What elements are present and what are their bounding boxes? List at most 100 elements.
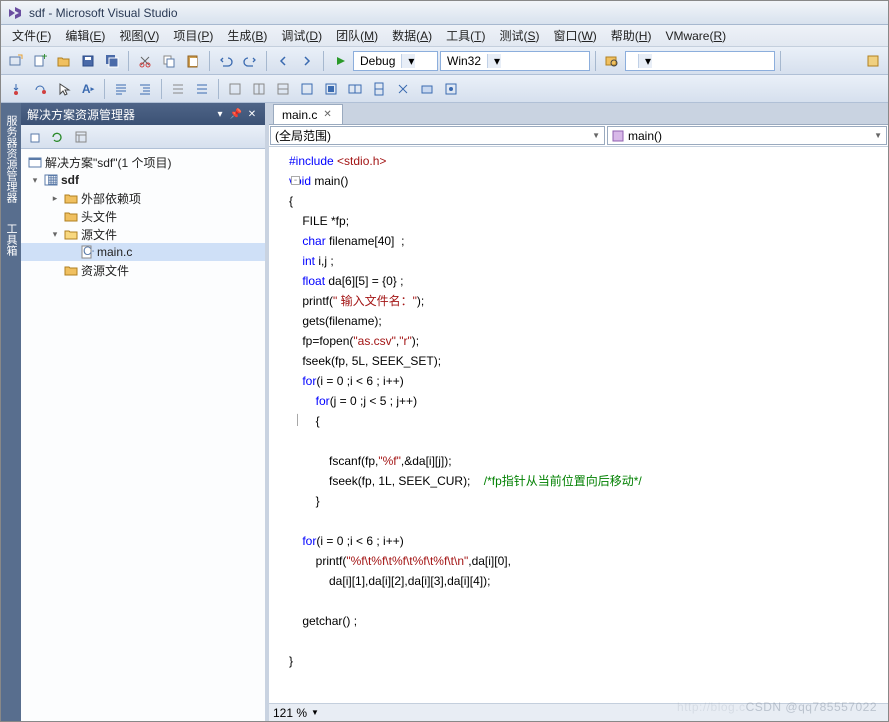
folder-icon — [63, 208, 79, 224]
tree-headers[interactable]: 头文件 — [21, 207, 265, 225]
indent-inc-button[interactable] — [134, 78, 156, 100]
window-button-4[interactable] — [296, 78, 318, 100]
menu-窗口[interactable]: 窗口(W) — [546, 25, 603, 46]
expand-icon[interactable]: ▾ — [29, 175, 41, 186]
extra-button[interactable] — [862, 50, 884, 72]
menu-测试[interactable]: 测试(S) — [492, 25, 546, 46]
tree-sources[interactable]: ▾ 源文件 — [21, 225, 265, 243]
window-title: sdf - Microsoft Visual Studio — [29, 6, 178, 20]
window-button-8[interactable] — [392, 78, 414, 100]
editor-tab-row: main.c ✕ — [269, 103, 888, 125]
tree-file-main-c[interactable]: C+ main.c — [21, 243, 265, 261]
panel-title: 解决方案资源管理器 — [27, 106, 135, 123]
menu-生成[interactable]: 生成(B) — [220, 25, 274, 46]
step-into-button[interactable] — [5, 78, 27, 100]
panel-pin-icon[interactable]: 📌 — [229, 109, 243, 120]
cut-button[interactable] — [134, 50, 156, 72]
menu-视图[interactable]: 视图(V) — [112, 25, 166, 46]
window-button-9[interactable] — [416, 78, 438, 100]
tab-close-icon[interactable]: ✕ — [323, 109, 331, 120]
tree-ext-deps[interactable]: ▸ 外部依赖项 — [21, 189, 265, 207]
uncomment-button[interactable] — [191, 78, 213, 100]
folder-icon — [63, 262, 79, 278]
menu-帮助[interactable]: 帮助(H) — [604, 25, 659, 46]
toolbar-debug: A▸ — [1, 75, 888, 103]
step-over-button[interactable] — [29, 78, 51, 100]
toolbar-main: + Debug▾ Win32▾ ▾ — [1, 47, 888, 75]
window-button-7[interactable] — [368, 78, 390, 100]
zoom-level[interactable]: 121 % — [273, 706, 307, 720]
cursor-icon[interactable] — [53, 78, 75, 100]
open-button[interactable] — [53, 50, 75, 72]
text-icon[interactable]: A▸ — [77, 78, 99, 100]
platform-dropdown[interactable]: Win32▾ — [440, 51, 590, 71]
panel-header: 解决方案资源管理器 ▾ 📌 ✕ — [21, 103, 265, 125]
menu-VMware[interactable]: VMware(R) — [658, 27, 733, 45]
comment-button[interactable] — [167, 78, 189, 100]
title-bar: sdf - Microsoft Visual Studio — [1, 1, 888, 25]
vs-logo-icon — [7, 5, 23, 21]
svg-text:C+: C+ — [83, 245, 94, 258]
redo-button[interactable] — [239, 50, 261, 72]
save-button[interactable] — [77, 50, 99, 72]
menu-调试[interactable]: 调试(D) — [274, 25, 329, 46]
panel-properties-button[interactable] — [71, 127, 91, 147]
menu-bar: 文件(F)编辑(E)视图(V)项目(P)生成(B)调试(D)团队(M)数据(A)… — [1, 25, 888, 47]
nav-fwd-button[interactable] — [296, 50, 318, 72]
new-project-button[interactable] — [5, 50, 27, 72]
start-debug-button[interactable] — [329, 50, 351, 72]
window-button-1[interactable] — [224, 78, 246, 100]
collapse-icon[interactable]: ▾ — [49, 229, 61, 240]
project-icon: ▦ — [43, 172, 59, 188]
panel-toolbar — [21, 125, 265, 149]
find-dropdown[interactable]: ▾ — [625, 51, 775, 71]
menu-工具[interactable]: 工具(T) — [439, 25, 492, 46]
folder-open-icon — [63, 226, 79, 242]
cpp-file-icon: C+ — [79, 244, 95, 260]
menu-团队[interactable]: 团队(M) — [329, 25, 385, 46]
side-tab-server-explorer[interactable]: 服务器资源管理器 — [1, 107, 21, 211]
panel-dropdown-icon[interactable]: ▾ — [213, 109, 227, 120]
solution-tree: 解决方案"sdf"(1 个项目) ▾ ▦ sdf ▸ 外部依赖项 头文件 ▾ 源… — [21, 149, 265, 721]
nav-bar: (全局范围)▼ main()▼ — [269, 125, 888, 147]
save-all-button[interactable] — [101, 50, 123, 72]
add-item-button[interactable]: + — [29, 50, 51, 72]
window-button-2[interactable] — [248, 78, 270, 100]
menu-编辑[interactable]: 编辑(E) — [58, 25, 112, 46]
folder-icon — [63, 190, 79, 206]
symbol-dropdown[interactable]: main()▼ — [607, 126, 887, 145]
status-bar: 121 % ▼ — [269, 703, 888, 721]
tree-project[interactable]: ▾ ▦ sdf — [21, 171, 265, 189]
config-dropdown[interactable]: Debug▾ — [353, 51, 438, 71]
find-in-files-button[interactable] — [601, 50, 623, 72]
window-button-10[interactable] — [440, 78, 462, 100]
panel-close-icon[interactable]: ✕ — [245, 109, 259, 120]
tree-solution[interactable]: 解决方案"sdf"(1 个项目) — [21, 153, 265, 171]
zoom-dropdown-icon[interactable]: ▼ — [311, 708, 319, 717]
expand-icon[interactable]: ▸ — [49, 193, 61, 204]
function-icon — [612, 130, 624, 142]
indent-dec-button[interactable] — [110, 78, 132, 100]
menu-项目[interactable]: 项目(P) — [166, 25, 220, 46]
side-tab-toolbox[interactable]: 工具箱 — [1, 215, 21, 264]
code-editor[interactable]: #include <stdio.h>-void main(){ FILE *fp… — [269, 147, 888, 703]
scope-dropdown[interactable]: (全局范围)▼ — [270, 126, 605, 145]
panel-refresh-button[interactable] — [47, 127, 67, 147]
file-tab-main-c[interactable]: main.c ✕ — [273, 104, 343, 124]
copy-button[interactable] — [158, 50, 180, 72]
editor-pane: main.c ✕ (全局范围)▼ main()▼ #include <stdio… — [269, 103, 888, 721]
solution-icon — [27, 154, 43, 170]
side-tab-strip: 服务器资源管理器 工具箱 — [1, 103, 21, 721]
undo-button[interactable] — [215, 50, 237, 72]
paste-button[interactable] — [182, 50, 204, 72]
solution-explorer-panel: 解决方案资源管理器 ▾ 📌 ✕ 解决方案"sdf"(1 个项目) ▾ ▦ sdf… — [21, 103, 269, 721]
window-button-3[interactable] — [272, 78, 294, 100]
nav-back-button[interactable] — [272, 50, 294, 72]
menu-文件[interactable]: 文件(F) — [5, 25, 58, 46]
menu-数据[interactable]: 数据(A) — [385, 25, 439, 46]
tree-resources[interactable]: 资源文件 — [21, 261, 265, 279]
window-button-6[interactable] — [344, 78, 366, 100]
svg-text:▦: ▦ — [47, 173, 58, 186]
window-button-5[interactable] — [320, 78, 342, 100]
panel-home-button[interactable] — [25, 127, 45, 147]
